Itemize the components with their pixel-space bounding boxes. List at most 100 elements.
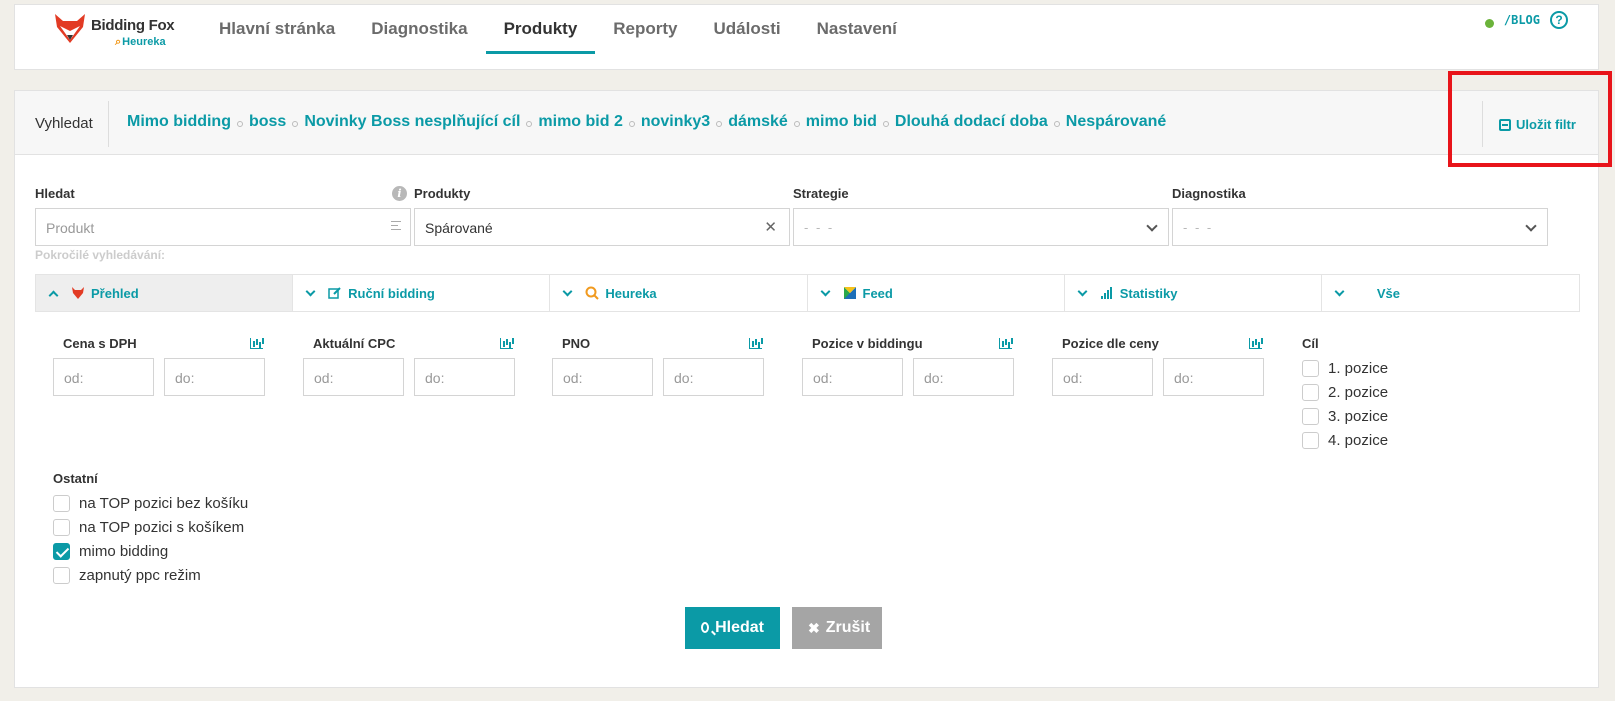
checkbox-label: 2. pozice <box>1328 383 1389 401</box>
range-filter-2: PNO od: do: <box>552 336 764 396</box>
range-to-input[interactable]: do: <box>414 358 515 396</box>
checkbox-label: 4. pozice <box>1328 431 1389 449</box>
range-inputs: od: do: <box>303 358 515 396</box>
blog-link[interactable]: /BLOG <box>1504 13 1540 27</box>
saved-filter-link[interactable]: dámské <box>728 113 788 131</box>
filter-card: Vyhledat Mimo bidding boss Novinky Boss ne… <box>14 90 1599 688</box>
field-label: Produkty <box>414 186 471 201</box>
tab-0[interactable]: Přehled <box>36 275 294 311</box>
signal-icon <box>1100 286 1114 300</box>
logo[interactable]: Bidding Fox ⌕Heureka <box>53 9 183 51</box>
ostatni-option[interactable]: mimo bidding <box>53 539 248 563</box>
nav-item-1[interactable]: Diagnostika <box>353 5 485 53</box>
nav-item-2[interactable]: Produkty <box>485 5 596 54</box>
tab-label: Statistiky <box>1119 285 1178 301</box>
info-icon[interactable]: i <box>392 186 407 201</box>
saved-filter-link[interactable]: Mimo bidding <box>127 113 231 131</box>
top-navbar: Bidding Fox ⌕Heureka Hlavní stránka Diagn… <box>14 4 1599 70</box>
checkbox[interactable] <box>1302 431 1319 449</box>
cil-option[interactable]: 4. pozice <box>1302 428 1388 452</box>
field-strategie: Strategie - - - <box>793 186 1169 246</box>
heureka-small-icon: ⌕ <box>115 36 122 48</box>
cil-option[interactable]: 3. pozice <box>1302 404 1388 428</box>
ostatni-option[interactable]: na TOP pozici s košíkem <box>53 515 248 539</box>
tab-label: Heureka <box>605 285 657 301</box>
diagnostika-value: - - - <box>1183 220 1214 235</box>
cancel-button-label: Zrušit <box>825 619 871 636</box>
range-label: PNO <box>562 336 591 351</box>
tab-3[interactable]: Feed <box>808 275 1065 311</box>
range-label: Pozice dle ceny <box>1062 336 1159 351</box>
range-filter-1: Aktuální CPC od: do: <box>303 336 515 396</box>
range-from-input[interactable]: od: <box>552 358 653 396</box>
cancel-button[interactable]: ✖ Zrušit <box>792 607 882 649</box>
range-inputs: od: do: <box>552 358 764 396</box>
nav-item-3[interactable]: Reporty <box>595 5 695 53</box>
range-to-input[interactable]: do: <box>164 358 265 396</box>
produkty-value: Spárované <box>425 220 493 236</box>
bar-chart-icon[interactable] <box>1249 338 1262 349</box>
checkbox[interactable] <box>1302 383 1319 401</box>
range-inputs: od: do: <box>53 358 265 396</box>
tab-2[interactable]: Heureka <box>550 275 808 311</box>
ostatni-option[interactable]: zapnutý ppc režim <box>53 563 248 587</box>
tab-5[interactable]: Vše <box>1322 275 1579 311</box>
strategie-select[interactable]: - - - <box>793 208 1169 246</box>
tab-1[interactable]: Ruční bidding <box>293 275 551 311</box>
text-lines-icon <box>391 221 401 230</box>
ostatni-option[interactable]: na TOP pozici bez košíku <box>53 491 248 515</box>
search-button[interactable]: Hledat <box>685 607 780 649</box>
cil-option[interactable]: 1. pozice <box>1302 356 1388 380</box>
range-to-input[interactable]: do: <box>913 358 1014 396</box>
checkbox[interactable] <box>53 566 70 584</box>
clear-icon[interactable]: ✕ <box>764 218 777 236</box>
saved-filter-link[interactable]: Novinky Boss nesplňující cíl <box>304 113 520 131</box>
edit-icon <box>328 286 342 300</box>
nav-item-4[interactable]: Události <box>696 5 799 53</box>
saved-filter-link[interactable]: mimo bid 2 <box>538 113 622 131</box>
saved-filter-link[interactable]: Dlouhá dodací doba <box>895 113 1048 131</box>
checkbox[interactable] <box>53 518 70 536</box>
range-inputs: od: do: <box>802 358 1014 396</box>
checkbox-label: mimo bidding <box>79 542 169 560</box>
checkbox[interactable] <box>1302 407 1319 425</box>
chevron-down-icon <box>1334 286 1345 296</box>
help-icon[interactable]: ? <box>1550 11 1568 29</box>
tab-4[interactable]: Statistiky <box>1065 275 1322 311</box>
tab-label: Přehled <box>91 285 139 301</box>
separator-dot <box>292 121 299 127</box>
bar-chart-icon[interactable] <box>999 338 1012 349</box>
range-to-input[interactable]: do: <box>663 358 764 396</box>
diagnostika-select[interactable]: - - - <box>1172 208 1548 246</box>
range-from-input[interactable]: od: <box>802 358 903 396</box>
nav-item-0[interactable]: Hlavní stránka <box>201 5 353 53</box>
produkty-select[interactable]: Spárované ✕ <box>414 208 790 246</box>
bar-chart-icon[interactable] <box>749 338 762 349</box>
product-search-input[interactable]: Produkt <box>35 208 411 246</box>
range-from-input[interactable]: od: <box>1052 358 1153 396</box>
range-from-input[interactable]: od: <box>53 358 154 396</box>
cil-option[interactable]: 2. pozice <box>1302 380 1388 404</box>
saved-filter-link[interactable]: mimo bid <box>806 113 877 131</box>
saved-filter-link[interactable]: Nespárované <box>1066 113 1167 131</box>
search-icon <box>701 621 710 633</box>
bar-chart-icon[interactable] <box>500 338 513 349</box>
saved-filter-link[interactable]: boss <box>249 113 286 131</box>
brand-sub: ⌕Heureka <box>115 36 166 49</box>
action-buttons: Hledat ✖ Zrušit <box>685 607 882 649</box>
ostatni-label: Ostatní <box>53 471 98 486</box>
brand-name: Bidding Fox <box>91 17 175 34</box>
saved-filter-link[interactable]: novinky3 <box>641 113 710 131</box>
range-to-input[interactable]: do: <box>1163 358 1264 396</box>
chevron-down-icon <box>1525 220 1537 232</box>
bar-chart-icon[interactable] <box>250 338 263 349</box>
saved-filter-list: Mimo bidding boss Novinky Boss nesplňující… <box>127 113 1166 131</box>
checkbox[interactable] <box>53 494 70 512</box>
chevron-down-icon <box>820 286 830 296</box>
checkbox[interactable] <box>1302 359 1319 377</box>
nav-item-5[interactable]: Nastavení <box>799 5 915 53</box>
cil-group: Cíl 1. pozice 2. pozice 3. pozice 4. pozice <box>1302 336 1388 452</box>
checkbox[interactable] <box>53 542 70 560</box>
range-from-input[interactable]: od: <box>303 358 404 396</box>
highlight-annotation-box <box>1448 71 1612 167</box>
